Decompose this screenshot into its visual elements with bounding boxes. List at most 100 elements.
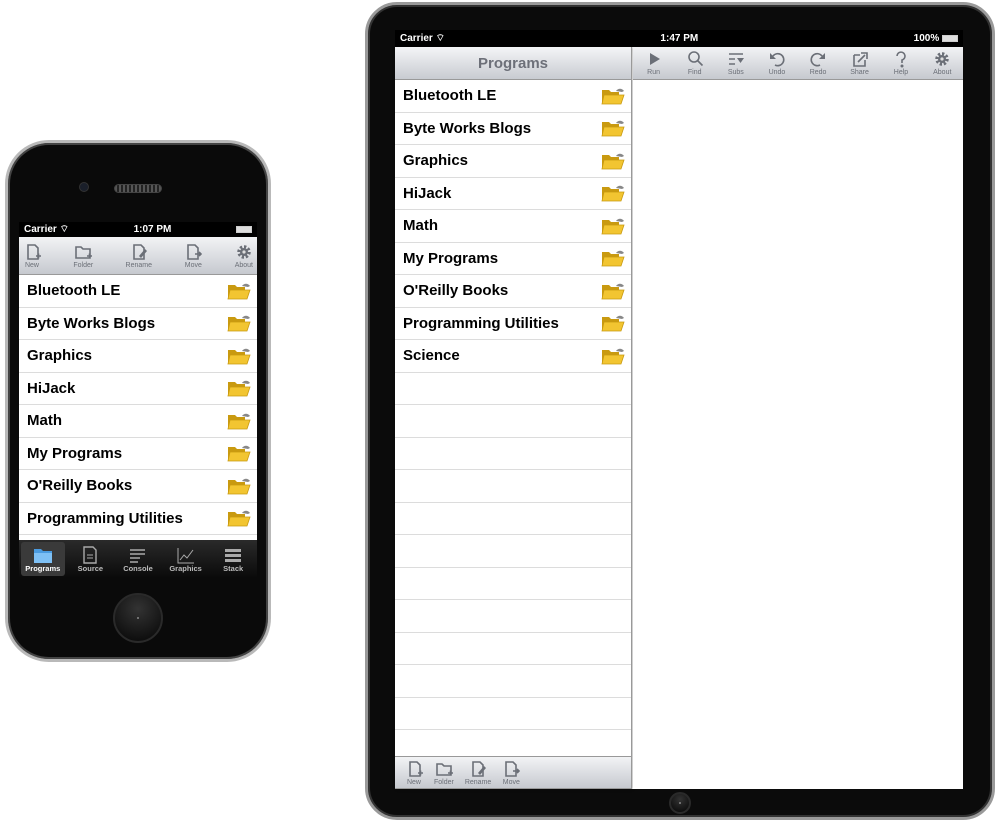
folder-icon [227,283,251,300]
list-item[interactable]: Byte Works Blogs [395,113,631,145]
empty-row [395,470,631,503]
folder-button[interactable]: Folder [434,760,454,786]
tab-source[interactable]: Source [68,542,112,576]
battery-icon [235,226,252,233]
empty-row [395,698,631,730]
play-icon [649,53,660,65]
wifi-icon: ⌔ [59,224,69,235]
move-button[interactable]: Move [502,760,521,786]
folder-icon [33,548,52,563]
empty-row [395,730,631,756]
item-label: Programming Utilities [403,314,559,332]
button-label: New [406,778,421,786]
item-label: My Programs [27,444,123,462]
redo-button[interactable]: Redo [809,50,827,76]
folder-icon [227,511,251,527]
new-button[interactable]: New [405,760,423,786]
button-label: Undo [768,69,786,76]
clock: 1:47 PM [660,33,699,44]
list-item[interactable]: HiJack [395,178,631,210]
rename-button[interactable]: Rename [126,243,152,269]
list-item[interactable]: Programming Utilities [395,308,631,340]
wifi-icon: ⌔ [435,33,445,44]
clock: 1:07 PM [133,224,172,235]
folder-icon [227,316,251,332]
help-icon [896,51,906,68]
new-file-icon [27,243,41,260]
item-label: Byte Works Blogs [403,119,532,137]
item-label: O'Reilly Books [27,477,133,495]
folder-icon [227,413,251,430]
run-button[interactable]: Run [645,50,663,76]
button-label: Folder [73,261,94,269]
help-button[interactable]: Help [892,50,910,76]
folder-icon [601,283,625,300]
button-label: Rename [125,261,152,269]
list-item[interactable]: Graphics [19,340,257,373]
list-item[interactable]: O'Reilly Books [19,470,257,503]
new-folder-icon [436,762,453,776]
tab-label: Source [77,563,104,573]
empty-row [395,568,631,600]
folder-icon [601,153,625,170]
button-label: Share [850,69,869,76]
battery-icon [942,34,958,42]
list-item[interactable]: Programming Utilities [19,503,257,535]
undo-button[interactable]: Undo [768,50,786,76]
button-label: Move [184,261,202,269]
tab-stack[interactable]: Stack [211,542,255,576]
new-file-icon [409,760,423,777]
list-item[interactable]: Bluetooth LE [19,275,257,308]
folder-icon [227,381,251,397]
empty-row [395,633,631,665]
camera [79,182,89,192]
move-button[interactable]: Move [184,243,203,269]
folder-icon [227,446,251,462]
list-item[interactable]: HiJack [19,373,257,405]
list-item[interactable]: Byte Works Blogs [19,308,257,340]
home-button[interactable] [669,792,691,814]
tab-programs[interactable]: Programs [20,542,65,576]
list-item[interactable]: O'Reilly Books [395,275,631,308]
list-item[interactable]: Math [19,405,257,438]
undo-icon [769,52,785,67]
item-label: O'Reilly Books [403,282,509,300]
empty-row [395,665,631,698]
about-button[interactable]: About [933,50,951,76]
list-item[interactable]: Bluetooth LE [395,80,631,113]
home-button[interactable]: .hb1::after{width:14px;height:14px} [113,593,163,643]
button-label: Find [687,69,702,76]
list-item[interactable]: Science [395,340,631,373]
new-button[interactable]: New [23,243,41,269]
rename-button[interactable]: Rename [465,760,491,786]
find-button[interactable]: Find [686,50,704,76]
list-item[interactable]: My Programs [395,243,631,275]
subs-button[interactable]: Subs [727,50,745,76]
carrier-label: Carrier ⌔ [400,33,445,44]
item-label: Graphics [403,152,469,170]
tab-label: Stack [223,563,244,573]
share-button[interactable]: Share [850,50,869,76]
list-item[interactable]: Graphics [395,145,631,178]
empty-row [395,373,631,405]
bottom-toolbar: New Folder Rename Move [395,756,631,789]
move-icon [187,243,203,260]
editor-area[interactable] [633,80,963,789]
folder-icon [601,251,625,267]
item-label: Math [403,217,438,235]
list-item[interactable]: My Programs [19,438,257,470]
folder-icon [227,478,251,495]
empty-row [395,405,631,438]
folder-icon [601,186,625,202]
button-label: Move [502,778,520,786]
folder-icon [601,218,625,235]
programs-list: Bluetooth LE Byte Works Blogs Graphics HiJa… [19,275,257,540]
tab-graphics[interactable]: Graphics [164,542,208,576]
gear-icon [935,52,950,66]
list-item[interactable]: Math [395,210,631,243]
button-label: New [24,261,39,269]
about-button[interactable]: About [235,243,253,269]
tab-console[interactable]: Console [116,542,160,576]
toolbar: New Folder Rename Move About [19,237,257,275]
folder-button[interactable]: Folder [73,243,93,269]
